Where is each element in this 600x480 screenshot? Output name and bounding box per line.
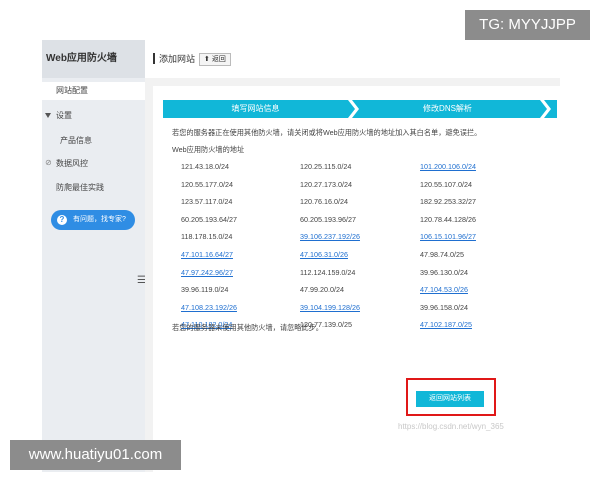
- ip-address-cell[interactable]: 47.106.31.0/26: [300, 250, 348, 259]
- ip-address-cell: 120.55.177.0/24: [181, 179, 233, 189]
- step-modify-dns: 修改DNS解析: [423, 104, 472, 113]
- ip-address-cell: 60.205.193.64/27: [181, 214, 237, 224]
- back-button[interactable]: ⬆ 返回: [199, 53, 231, 66]
- back-button-label: 返回: [211, 56, 226, 63]
- ip-address-cell: 39.96.119.0/24: [181, 285, 229, 295]
- ip-address-cell: 47.98.74.0/25: [420, 250, 464, 259]
- sidebar-item-site-config[interactable]: 网站配置: [42, 82, 145, 100]
- collapse-sidebar-icon[interactable]: ☰: [137, 274, 146, 288]
- sidebar-title: Web应用防火墙: [42, 40, 145, 78]
- content-card: [153, 86, 560, 472]
- ip-address-cell: 182.92.253.32/27: [420, 197, 476, 207]
- ip-address-cell: 121.43.18.0/24: [181, 162, 229, 171]
- sidebar: Web应用防火墙 网站配置 设置 产品信息 ⊘ 数据风控 防爬最佳实践 ? 有问…: [42, 40, 145, 472]
- back-arrow-icon: ⬆: [204, 56, 210, 63]
- ip-address-cell: 60.205.193.96/27: [300, 214, 356, 224]
- ip-address-cell[interactable]: 101.200.106.0/24: [420, 162, 476, 171]
- link-icon: ⊘: [45, 158, 52, 167]
- ask-expert-button[interactable]: ? 有问题，找专家?: [51, 210, 135, 230]
- ip-address-cell[interactable]: 47.101.16.64/27: [181, 250, 233, 259]
- sidebar-item-data-risk[interactable]: 数据风控: [56, 158, 88, 169]
- step-fill-site-info: 填写网站信息: [231, 104, 280, 113]
- ip-address-cell: 120.78.44.128/26: [420, 214, 476, 224]
- intro-text: 若您的服务器正在使用其他防火墙，请关闭或将Web应用防火墙的地址加入其白名单，避…: [172, 128, 482, 137]
- ip-address-cell[interactable]: 47.102.187.0/25: [420, 320, 472, 329]
- waf-address-heading: Web应用防火墙的地址: [172, 145, 245, 154]
- ip-address-cell[interactable]: 47.104.53.0/26: [420, 285, 468, 294]
- ask-expert-label: 有问题，找专家?: [73, 216, 126, 223]
- ip-address-cell[interactable]: 39.104.199.128/26: [300, 303, 360, 312]
- sidebar-item-anti-crawl[interactable]: 防爬最佳实践: [56, 182, 104, 193]
- ip-address-cell: 39.96.130.0/24: [420, 267, 468, 277]
- sidebar-item-settings[interactable]: 设置: [56, 110, 72, 121]
- watermark-bottom: www.huatiyu01.com: [10, 440, 181, 470]
- chevron-down-icon: [45, 113, 51, 118]
- watermark-top: TG: MYYJJPP: [465, 10, 590, 40]
- ip-address-cell: 120.76.16.0/24: [300, 197, 348, 207]
- ip-address-cell[interactable]: 106.15.101.96/27: [420, 232, 476, 241]
- ip-address-cell: 47.99.20.0/24: [300, 285, 344, 295]
- ip-address-cell: 120.27.173.0/24: [300, 179, 352, 189]
- ip-address-cell: 123.57.117.0/24: [181, 197, 233, 207]
- watermark-url: https://blog.csdn.net/wyn_365: [398, 422, 504, 431]
- ip-address-cell[interactable]: 47.97.242.96/27: [181, 268, 233, 277]
- page-header: 添加网站 ⬆ 返回: [145, 40, 560, 78]
- ip-address-cell: 120.25.115.0/24: [300, 162, 352, 171]
- sidebar-item-product-info[interactable]: 产品信息: [60, 135, 92, 146]
- ip-address-cell: 118.178.15.0/24: [181, 232, 233, 242]
- footer-note: 若您的服务器未使用其他防火墙，请忽略此步。: [172, 323, 323, 332]
- header-marker: [153, 53, 155, 64]
- return-to-site-list-button[interactable]: 返回网站列表: [416, 391, 484, 407]
- ip-address-cell: 120.55.107.0/24: [420, 179, 472, 189]
- ip-address-cell[interactable]: 47.108.23.192/26: [181, 303, 237, 312]
- ip-address-cell: 112.124.159.0/24: [300, 267, 356, 277]
- help-icon: ?: [57, 215, 67, 225]
- page-title: 添加网站: [159, 54, 196, 64]
- ip-address-cell: 39.96.158.0/24: [420, 302, 468, 312]
- ip-address-cell[interactable]: 39.106.237.192/26: [300, 232, 360, 241]
